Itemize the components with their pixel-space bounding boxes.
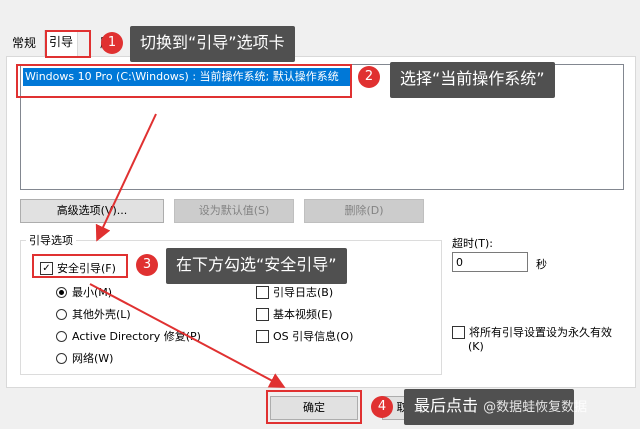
step-1-callout: 切换到“引导”选项卡 xyxy=(130,26,295,62)
step-3-badge: 3 xyxy=(136,254,158,276)
step-1-badge: 1 xyxy=(101,32,123,54)
step-4-text: 最后点击 xyxy=(414,396,479,415)
step-4-callout: 最后点击 @数据蛙恢复数据 xyxy=(404,389,587,425)
watermark: @数据蛙恢复数据 xyxy=(483,400,588,415)
step-2-callout: 选择“当前操作系统” xyxy=(390,62,555,98)
step-4-badge: 4 xyxy=(371,396,393,418)
step-3-callout: 在下方勾选“安全引导” xyxy=(166,248,347,284)
step-2-badge: 2 xyxy=(358,66,380,88)
